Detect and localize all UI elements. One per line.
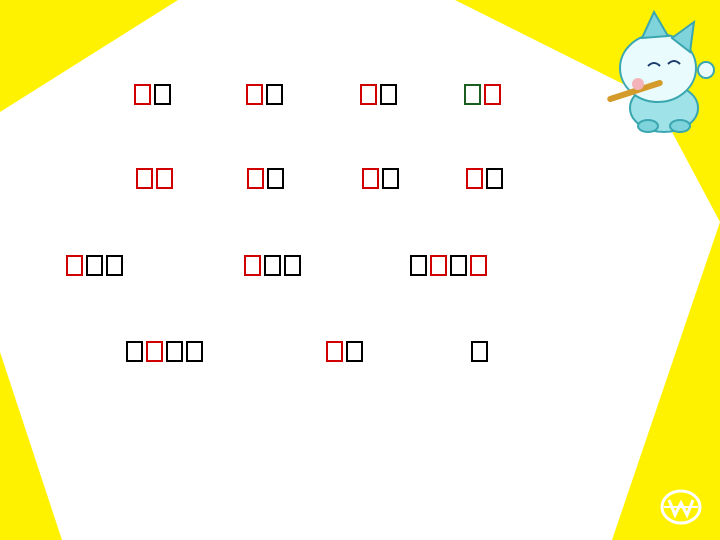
word-4-3 — [471, 341, 488, 362]
cartoon-horse-flute-icon — [607, 9, 715, 133]
glyph-box — [360, 84, 377, 105]
glyph-box — [106, 255, 123, 276]
glyph-box — [267, 168, 284, 189]
glyph-box — [246, 84, 263, 105]
glyph-box — [430, 255, 447, 276]
glyph-box — [146, 341, 163, 362]
glyph-box — [380, 84, 397, 105]
publisher-logo-icon — [660, 489, 702, 525]
glyph-box — [264, 255, 281, 276]
glyph-box — [410, 255, 427, 276]
word-2-4 — [466, 168, 503, 189]
glyph-box — [471, 341, 488, 362]
word-2-2 — [247, 168, 284, 189]
glyph-box — [362, 168, 379, 189]
word-2-1 — [136, 168, 173, 189]
glyph-box — [244, 255, 261, 276]
word-4-1 — [126, 341, 203, 362]
glyph-box — [136, 168, 153, 189]
glyph-box — [346, 341, 363, 362]
glyph-box — [166, 341, 183, 362]
glyph-box — [382, 168, 399, 189]
word-1-1 — [134, 84, 171, 105]
glyph-box — [126, 341, 143, 362]
word-3-2 — [244, 255, 301, 276]
glyph-box — [326, 341, 343, 362]
glyph-box — [470, 255, 487, 276]
frame-bottom-left — [0, 352, 62, 540]
glyph-box — [247, 168, 264, 189]
word-2-3 — [362, 168, 399, 189]
glyph-box — [284, 255, 301, 276]
word-1-4 — [464, 84, 501, 105]
glyph-box — [86, 255, 103, 276]
glyph-box — [266, 84, 283, 105]
word-1-2 — [246, 84, 283, 105]
glyph-box — [466, 168, 483, 189]
word-3-1 — [66, 255, 123, 276]
word-1-3 — [360, 84, 397, 105]
glyph-box — [464, 84, 481, 105]
glyph-box — [450, 255, 467, 276]
glyph-box — [66, 255, 83, 276]
glyph-box — [156, 168, 173, 189]
word-4-2 — [326, 341, 363, 362]
glyph-box — [484, 84, 501, 105]
glyph-box — [134, 84, 151, 105]
word-3-3 — [410, 255, 487, 276]
glyph-box — [154, 84, 171, 105]
glyph-box — [186, 341, 203, 362]
glyph-box — [486, 168, 503, 189]
